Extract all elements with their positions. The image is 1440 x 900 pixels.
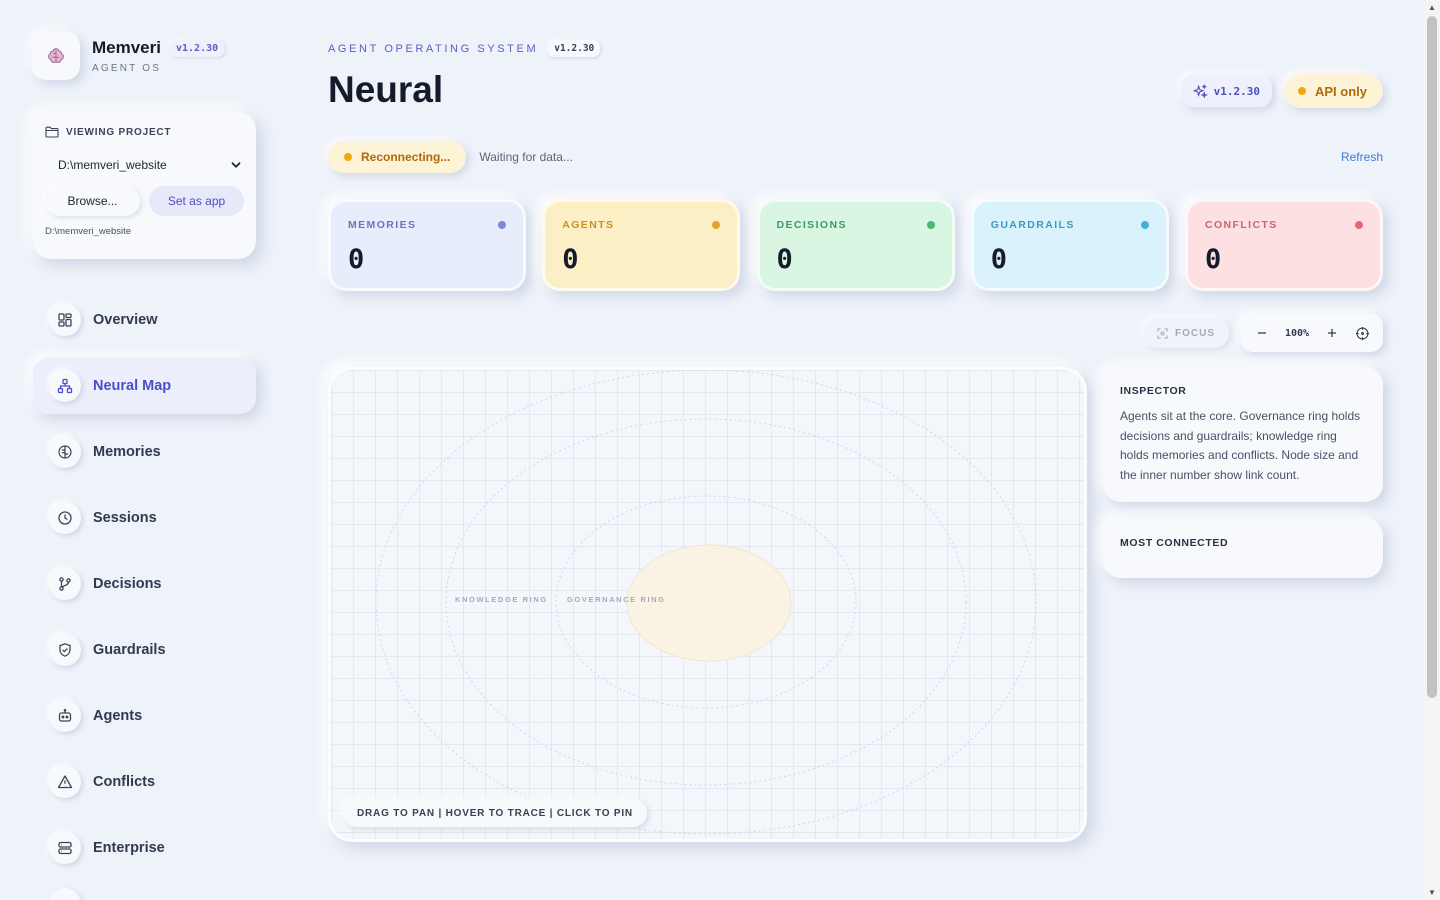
nav-item-agents[interactable]: Agents <box>33 688 256 744</box>
stat-value: 0 <box>562 244 579 275</box>
sparkle-icon <box>1192 83 1208 99</box>
stat-dot <box>1140 221 1149 229</box>
version-chip[interactable]: v1.2.30 <box>1180 75 1272 107</box>
governance-ring-label: GOVERNANCE RING <box>567 595 666 604</box>
inspector-text: Agents sit at the core. Governance ring … <box>1120 409 1361 482</box>
stat-label: DECISIONS <box>776 219 847 231</box>
neural-map-canvas[interactable]: KNOWLEDGE RING GOVERNANCE RING DRAG TO P… <box>328 367 1087 842</box>
project-card: VIEWING PROJECT D:\memveri_website Brows… <box>33 112 256 259</box>
warning-icon <box>49 766 81 798</box>
status-dot <box>344 153 352 161</box>
stat-label: CONFLICTS <box>1205 219 1278 231</box>
stat-label: MEMORIES <box>348 219 417 231</box>
stat-card-guardrails[interactable]: GUARDRAILS 0 <box>970 199 1169 291</box>
stat-card-decisions[interactable]: DECISIONS 0 <box>756 199 955 291</box>
status-message: Waiting for data... <box>479 150 573 164</box>
minus-icon <box>1258 332 1266 334</box>
stat-dot <box>712 221 721 229</box>
grid-icon <box>49 304 81 336</box>
zoom-level: 100% <box>1284 327 1310 339</box>
scroll-up-icon[interactable]: ▲ <box>1428 3 1436 12</box>
network-icon <box>49 370 81 402</box>
page-scrollbar[interactable]: ▲ ▼ <box>1424 0 1440 900</box>
most-connected-panel: MOST CONNECTED <box>1103 518 1383 578</box>
page-title: Neural <box>328 69 444 110</box>
nav-item-enterprise[interactable]: Enterprise <box>33 820 256 876</box>
stat-label: GUARDRAILS <box>990 219 1075 231</box>
stat-dot <box>1355 221 1363 229</box>
stat-value: 0 <box>1205 244 1222 275</box>
map-toolbar: FOCUS 100% <box>1143 314 1383 352</box>
project-path: D:\memveri_website <box>45 226 132 237</box>
knowledge-ring-label: KNOWLEDGE RING <box>455 595 548 604</box>
nav-item-sessions[interactable]: Sessions <box>33 490 256 546</box>
zoom-controls: 100% <box>1241 314 1383 352</box>
folder-icon <box>45 126 59 138</box>
main-nav: Overview Neural Map Memories Sessions De… <box>33 292 256 886</box>
plus-icon <box>1328 329 1336 337</box>
api-mode-chip[interactable]: API only <box>1283 74 1383 108</box>
shield-icon <box>49 634 81 666</box>
stat-label: AGENTS <box>562 219 615 231</box>
brand-name: Memveri <box>92 38 161 57</box>
stat-card-memories[interactable]: MEMORIES 0 <box>328 199 526 291</box>
stat-card-conflicts[interactable]: CONFLICTS 0 <box>1185 199 1383 291</box>
server-icon <box>49 832 81 864</box>
brand-version-badge: v1.2.30 <box>168 39 226 57</box>
nav-item-partial[interactable] <box>49 888 81 900</box>
stat-value: 0 <box>776 244 793 275</box>
focus-icon <box>1157 327 1168 339</box>
scroll-down-icon[interactable]: ▼ <box>1428 888 1436 897</box>
stat-value: 0 <box>990 244 1008 275</box>
brain-icon <box>32 32 80 80</box>
brand[interactable]: Memveri v1.2.30 AGENT OS <box>32 32 226 80</box>
browse-button[interactable]: Browse... <box>45 186 140 216</box>
nav-item-guardrails[interactable]: Guardrails <box>33 622 256 678</box>
project-select[interactable]: D:\memveri_website <box>45 152 244 178</box>
inspector-panel: INSPECTOR Agents sit at the core. Govern… <box>1103 367 1383 502</box>
version-badge: v1.2.30 <box>548 40 601 57</box>
nav-item-overview[interactable]: Overview <box>33 292 256 348</box>
connection-status-badge: Reconnecting... <box>328 141 467 173</box>
nav-item-conflicts[interactable]: Conflicts <box>33 754 256 810</box>
chevron-down-icon <box>231 162 241 168</box>
header-actions: v1.2.30 API only <box>1180 74 1383 108</box>
connection-status-row: Reconnecting... Waiting for data... Refr… <box>328 141 1383 173</box>
clock-icon <box>49 502 81 534</box>
zoom-in-button[interactable] <box>1321 322 1343 344</box>
stat-dot <box>498 221 506 229</box>
stat-card-agents[interactable]: AGENTS 0 <box>542 199 741 291</box>
set-as-app-button[interactable]: Set as app <box>149 186 244 216</box>
branch-icon <box>49 568 81 600</box>
nav-item-memories[interactable]: Memories <box>33 424 256 480</box>
recenter-button[interactable] <box>1351 322 1373 344</box>
focus-button[interactable]: FOCUS <box>1143 318 1229 348</box>
stat-dot <box>926 221 935 229</box>
project-card-heading: VIEWING PROJECT <box>45 126 244 138</box>
stat-value: 0 <box>348 244 365 275</box>
map-hint: DRAG TO PAN | HOVER TO TRACE | CLICK TO … <box>343 799 647 827</box>
zoom-out-button[interactable] <box>1251 322 1273 344</box>
stat-cards: MEMORIES 0 AGENTS 0 DECISIONS 0 GUARDRAI… <box>328 199 1383 291</box>
page-eyebrow: AGENT OPERATING SYSTEM v1.2.30 <box>328 40 601 57</box>
brand-subtitle: AGENT OS <box>92 63 162 74</box>
status-dot <box>1297 87 1306 95</box>
sidebar: Memveri v1.2.30 AGENT OS VIEWING PROJECT… <box>0 0 290 900</box>
brain-icon <box>49 436 81 468</box>
crosshair-icon <box>1355 326 1369 340</box>
inspector-title: INSPECTOR <box>1120 385 1187 397</box>
most-connected-title: MOST CONNECTED <box>1120 537 1229 549</box>
project-select-value: D:\memveri_website <box>58 158 167 172</box>
scroll-thumb[interactable] <box>1427 16 1437 698</box>
refresh-link[interactable]: Refresh <box>1341 150 1383 164</box>
nav-item-decisions[interactable]: Decisions <box>33 556 256 612</box>
nav-item-neural-map[interactable]: Neural Map <box>33 358 256 414</box>
map-rings <box>375 370 1037 835</box>
robot-icon <box>49 700 81 732</box>
